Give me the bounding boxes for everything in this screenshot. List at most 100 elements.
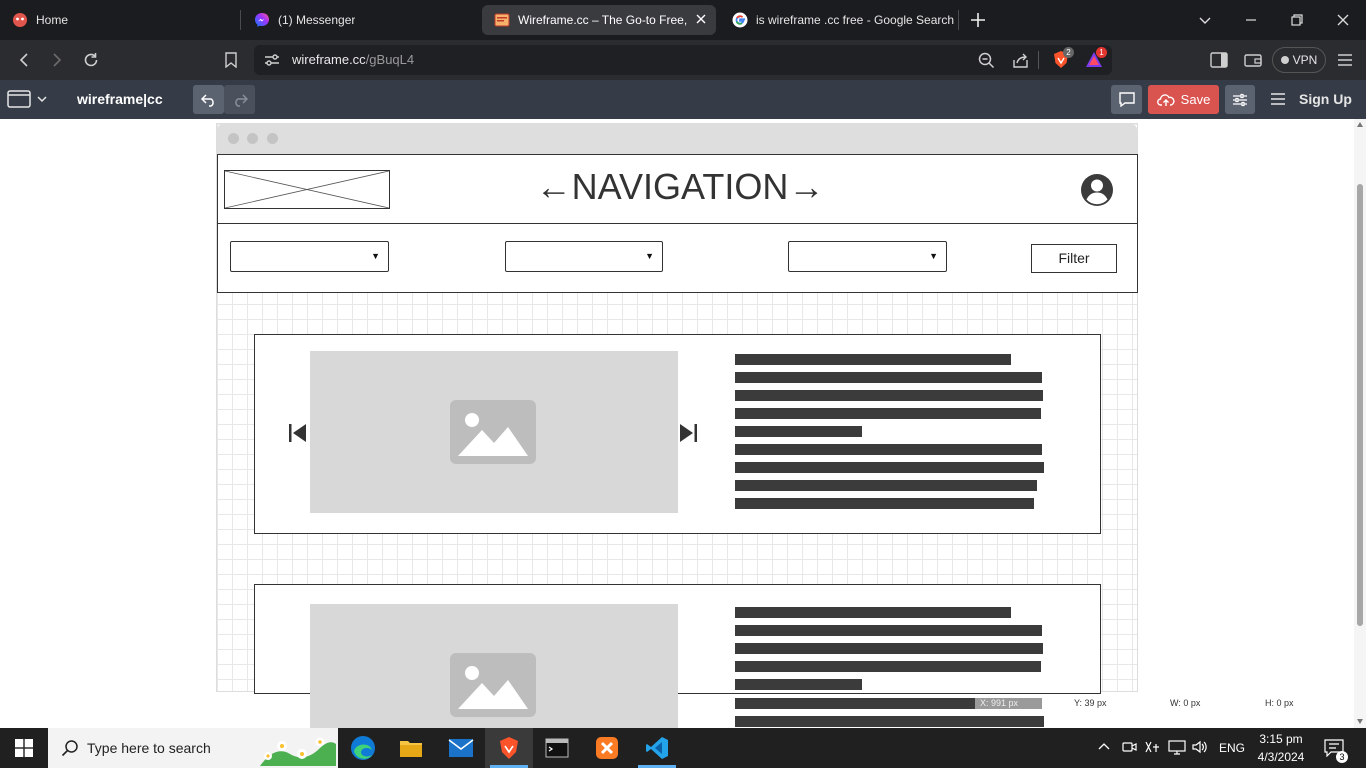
image-placeholder[interactable] bbox=[310, 351, 678, 513]
dropdown-arrow-icon: ▼ bbox=[371, 251, 380, 261]
tab-label: (1) Messenger bbox=[278, 13, 356, 27]
tab-wireframe[interactable]: Wireframe.cc – The Go-to Free, O bbox=[482, 5, 716, 35]
filter-button[interactable]: Filter bbox=[1031, 244, 1117, 273]
tab-messenger[interactable]: (1) Messenger bbox=[242, 5, 478, 35]
filter-bar: ▼ ▼ ▼ Filter bbox=[217, 223, 1138, 293]
frame-titlebar bbox=[217, 124, 1137, 154]
site-settings-icon[interactable] bbox=[264, 53, 280, 67]
text-line bbox=[735, 480, 1037, 491]
minimize-icon[interactable] bbox=[1228, 0, 1274, 40]
windows-taskbar: Type here to search ENG 3:15 pm 4/3/2024… bbox=[0, 728, 1366, 768]
save-button[interactable]: Save bbox=[1148, 85, 1219, 114]
taskbar-search-box[interactable]: Type here to search bbox=[48, 728, 338, 768]
windows-start-icon[interactable] bbox=[0, 728, 48, 768]
selection-width-readout: W: 0 px bbox=[1170, 698, 1201, 708]
notification-count-badge: 3 bbox=[1336, 751, 1348, 763]
user-avatar-icon[interactable] bbox=[1080, 173, 1114, 207]
file-explorer-icon[interactable] bbox=[387, 728, 435, 768]
terminal-icon[interactable] bbox=[533, 728, 581, 768]
shields-count-badge: 2 bbox=[1063, 47, 1074, 58]
volume-icon[interactable] bbox=[1192, 739, 1208, 755]
text-line bbox=[735, 354, 1011, 365]
mail-icon[interactable] bbox=[437, 728, 485, 768]
browser-toolbar: wireframe.cc/gBuqL4 2 1 VPN bbox=[0, 40, 1366, 80]
next-arrow-icon[interactable] bbox=[678, 423, 698, 443]
clock-time[interactable]: 3:15 pm bbox=[1259, 732, 1303, 746]
bookmark-icon[interactable] bbox=[219, 48, 243, 72]
back-icon[interactable] bbox=[12, 48, 36, 72]
google-icon bbox=[732, 12, 748, 28]
xampp-icon[interactable] bbox=[583, 728, 631, 768]
filter-select-1[interactable]: ▼ bbox=[230, 241, 389, 272]
selection-height-readout: H: 0 px bbox=[1265, 698, 1294, 708]
text-line bbox=[735, 716, 1044, 727]
comments-button[interactable] bbox=[1111, 85, 1142, 114]
tab-google-search[interactable]: is wireframe .cc free - Google Search bbox=[720, 5, 956, 35]
close-window-icon[interactable] bbox=[1320, 0, 1366, 40]
forward-icon[interactable] bbox=[45, 48, 69, 72]
filter-select-3[interactable]: ▼ bbox=[788, 241, 947, 272]
frame-dot bbox=[228, 133, 239, 144]
language-indicator[interactable]: ENG bbox=[1219, 741, 1245, 755]
address-bar[interactable]: wireframe.cc/gBuqL4 2 1 bbox=[254, 45, 1112, 75]
network-icon[interactable] bbox=[1168, 739, 1186, 755]
wireframe-icon bbox=[494, 12, 510, 28]
reload-icon[interactable] bbox=[79, 48, 103, 72]
tab-label: is wireframe .cc free - Google Search bbox=[756, 13, 955, 27]
tab-search-chevron-icon[interactable] bbox=[1182, 0, 1228, 40]
app-toolbar: wireframe|cc Save Sign Up bbox=[0, 80, 1366, 119]
dropdown-arrow-icon: ▼ bbox=[645, 251, 654, 261]
scroll-up-icon[interactable] bbox=[1357, 122, 1363, 127]
restore-icon[interactable] bbox=[1274, 0, 1320, 40]
frame-dot bbox=[247, 133, 258, 144]
filter-select-2[interactable]: ▼ bbox=[505, 241, 663, 272]
clock-date[interactable]: 4/3/2024 bbox=[1256, 750, 1306, 764]
editor-canvas[interactable]: ←NAVIGATION→ ▼ ▼ ▼ Filter bbox=[0, 119, 1366, 728]
text-line bbox=[735, 607, 1011, 618]
sidebar-toggle-icon[interactable] bbox=[1207, 48, 1231, 72]
vertical-scrollbar[interactable] bbox=[1354, 119, 1366, 728]
navigation-title[interactable]: ←NAVIGATION→ bbox=[530, 166, 830, 208]
text-line bbox=[735, 698, 975, 709]
vpn-button[interactable]: VPN bbox=[1272, 47, 1326, 73]
tab-home[interactable]: Home bbox=[0, 5, 238, 35]
settings-sliders-button[interactable] bbox=[1225, 85, 1255, 114]
brave-taskbar-icon[interactable] bbox=[485, 728, 533, 768]
page-menu-icon[interactable] bbox=[7, 89, 49, 109]
cursor-y-readout: Y: 39 px bbox=[1074, 698, 1107, 708]
meet-now-icon[interactable] bbox=[1121, 739, 1137, 755]
redo-button[interactable] bbox=[224, 85, 255, 114]
vpn-label: VPN bbox=[1292, 53, 1318, 67]
hamburger-menu-icon[interactable] bbox=[1270, 92, 1286, 106]
share-icon[interactable] bbox=[1012, 52, 1029, 69]
vscode-icon[interactable] bbox=[633, 728, 681, 768]
sign-up-link[interactable]: Sign Up bbox=[1299, 91, 1352, 107]
tab-divider bbox=[958, 10, 959, 30]
text-line bbox=[735, 679, 862, 690]
content-card[interactable] bbox=[254, 334, 1101, 534]
edge-icon[interactable] bbox=[339, 728, 387, 768]
wallet-icon[interactable] bbox=[1241, 48, 1265, 72]
text-line bbox=[735, 372, 1042, 383]
input-method-icon[interactable] bbox=[1144, 739, 1160, 755]
browser-tab-strip: Home (1) Messenger Wireframe.cc – The Go… bbox=[0, 0, 1366, 40]
wireframe-header[interactable]: ←NAVIGATION→ bbox=[217, 154, 1138, 224]
new-tab-icon[interactable] bbox=[968, 10, 988, 30]
vpn-status-icon bbox=[1280, 56, 1289, 64]
tab-label: Wireframe.cc – The Go-to Free, O bbox=[518, 13, 690, 27]
scrollbar-thumb[interactable] bbox=[1357, 184, 1363, 626]
undo-button[interactable] bbox=[193, 85, 224, 114]
close-tab-icon[interactable] bbox=[694, 12, 708, 26]
menu-icon[interactable] bbox=[1333, 48, 1357, 72]
zoom-out-icon[interactable] bbox=[978, 52, 995, 69]
search-icon bbox=[61, 739, 79, 757]
tray-overflow-chevron-icon[interactable] bbox=[1097, 741, 1111, 751]
app-logo[interactable]: wireframe|cc bbox=[77, 91, 163, 107]
save-label: Save bbox=[1180, 92, 1211, 107]
scroll-down-icon[interactable] bbox=[1357, 719, 1363, 724]
divider bbox=[1038, 51, 1039, 69]
previous-arrow-icon[interactable] bbox=[288, 423, 308, 443]
text-line bbox=[735, 661, 1041, 672]
logo-placeholder[interactable] bbox=[224, 170, 390, 209]
image-placeholder[interactable] bbox=[310, 604, 678, 728]
